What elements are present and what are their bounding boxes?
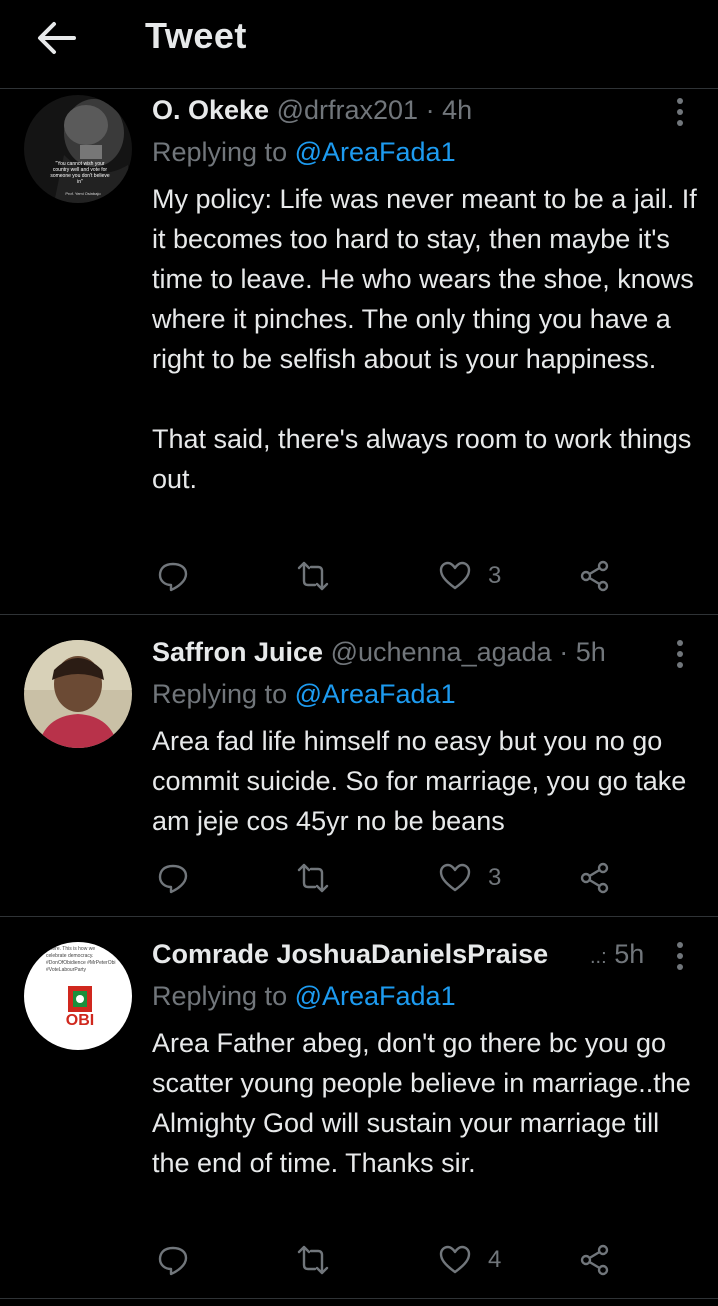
retweet-button[interactable] (296, 858, 330, 898)
heart-icon (439, 1245, 471, 1274)
share-icon (580, 1244, 609, 1276)
avatar-caption: Prof. Yemi Osinbajo (65, 191, 101, 196)
action-bar: 3 (152, 556, 622, 596)
replying-to-handle[interactable]: @AreaFada1 (295, 679, 456, 709)
display-name[interactable]: O. Okeke (152, 95, 269, 125)
avatar-caption: where. This is how we celebrate democrac… (46, 946, 116, 973)
like-count: 4 (488, 1246, 502, 1273)
retweet-icon (297, 1245, 329, 1275)
reply-icon (158, 562, 188, 592)
share-button[interactable] (578, 1240, 612, 1280)
replying-to: Replying to @AreaFada1 (152, 679, 456, 709)
tweet-meta: Comrade JoshuaDanielsPraise (152, 937, 578, 971)
action-bar: 4 (152, 1240, 622, 1280)
like-button[interactable]: 3 (438, 556, 501, 596)
replying-to: Replying to @AreaFada1 (152, 981, 456, 1011)
tweet-text: Area fad life himself no easy but you no… (152, 726, 694, 836)
dot-separator: · (559, 637, 576, 667)
like-button[interactable]: 3 (438, 858, 501, 898)
tweet-meta-tail: ..: 5h (590, 937, 644, 974)
tweet-time: 4h (442, 95, 473, 125)
share-button[interactable] (578, 556, 612, 596)
reply-button[interactable] (156, 1240, 190, 1280)
party-logo-text: OBI (65, 1012, 95, 1029)
reply-icon (158, 864, 188, 894)
dot-separator: · (425, 95, 443, 125)
tweet-meta: O. Okeke @drfrax201 · 4h (152, 93, 628, 127)
user-handle[interactable]: ..: (590, 946, 607, 968)
action-bar: 3 (152, 858, 622, 898)
heart-icon (439, 561, 471, 590)
more-options-icon[interactable] (672, 97, 688, 127)
reply-tweet[interactable]: where. This is how we celebrate democrac… (0, 917, 718, 1299)
reply-tweet[interactable]: Saffron Juice @uchenna_agada · 5h Replyi… (0, 615, 718, 917)
user-handle[interactable]: @uchenna_agada (331, 637, 552, 667)
reply-icon (158, 1246, 188, 1276)
retweet-icon (297, 561, 329, 591)
share-icon (580, 560, 609, 592)
share-icon (580, 862, 609, 894)
retweet-button[interactable] (296, 556, 330, 596)
retweet-button[interactable] (296, 1240, 330, 1280)
like-button[interactable]: 4 (438, 1240, 501, 1280)
page-title: Tweet (145, 15, 247, 56)
avatar-quote: "You cannot wish your country well and v… (50, 161, 110, 185)
back-arrow-icon[interactable] (36, 20, 76, 56)
tweet-text: Area Father abeg, don't go there bc you … (152, 1028, 697, 1178)
reply-button[interactable] (156, 556, 190, 596)
tweet-text: My policy: Life was never meant to be a … (152, 184, 697, 494)
tweet-meta: Saffron Juice @uchenna_agada · 5h (152, 635, 628, 669)
heart-icon (439, 863, 471, 892)
like-count: 3 (488, 864, 502, 891)
top-bar: Tweet (0, 0, 718, 89)
reply-tweet[interactable]: "You cannot wish your country well and v… (0, 89, 718, 615)
user-handle[interactable]: @drfrax201 (277, 95, 418, 125)
share-button[interactable] (578, 858, 612, 898)
display-name[interactable]: Saffron Juice (152, 637, 323, 667)
party-logo-icon (68, 986, 92, 1012)
like-count: 3 (488, 562, 502, 589)
avatar[interactable] (24, 640, 132, 748)
replying-to-handle[interactable]: @AreaFada1 (295, 981, 456, 1011)
more-options-icon[interactable] (672, 941, 688, 971)
avatar[interactable]: where. This is how we celebrate democrac… (24, 942, 132, 1050)
replying-to-handle[interactable]: @AreaFada1 (295, 137, 456, 167)
retweet-icon (297, 863, 329, 893)
tweet-time: 5h (575, 637, 606, 667)
tweet-time: 5h (614, 939, 645, 969)
replying-to: Replying to @AreaFada1 (152, 137, 456, 167)
more-options-icon[interactable] (672, 639, 688, 669)
reply-button[interactable] (156, 858, 190, 898)
avatar[interactable]: "You cannot wish your country well and v… (24, 95, 132, 203)
display-name[interactable]: Comrade JoshuaDanielsPraise (152, 939, 548, 969)
